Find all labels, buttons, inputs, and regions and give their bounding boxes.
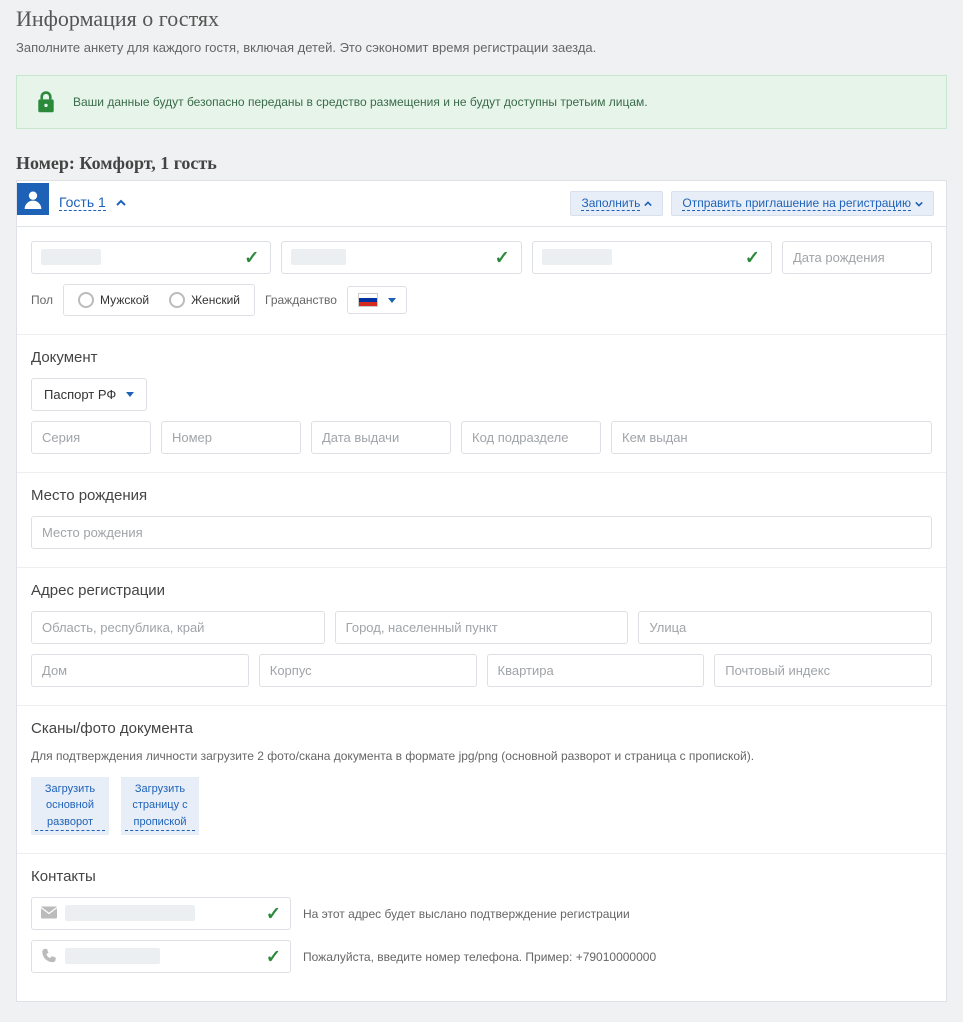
chevron-down-icon [915,200,923,208]
doc-number-input[interactable] [161,421,301,454]
chevron-up-icon [116,198,126,208]
invite-label: Отправить приглашение на регистрацию [682,196,911,211]
sex-male-radio[interactable]: Мужской [70,289,157,311]
chevron-up-icon [644,200,652,208]
caret-down-icon [126,392,134,397]
city-input[interactable] [335,611,629,644]
sex-female-label: Женский [191,293,240,307]
email-hint: На этот адрес будет выслано подтверждени… [303,907,630,921]
upload-main-label: Загрузить основной разворот [35,781,105,832]
birthplace-input[interactable] [31,516,932,549]
guest-card: Гость 1 Заполнить Отправить приглашение … [16,180,947,1002]
sex-female-radio[interactable]: Женский [161,289,248,311]
birthplace-section-title: Место рождения [31,487,932,504]
dob-input[interactable] [782,241,932,274]
sex-male-label: Мужской [100,293,149,307]
fill-label: Заполнить [581,196,640,211]
citizenship-label: Гражданство [265,293,337,307]
building-input[interactable] [259,654,477,687]
zip-input[interactable] [714,654,932,687]
address-section-title: Адрес регистрации [31,582,932,599]
phone-hint: Пожалуйста, введите номер телефона. Прим… [303,950,656,964]
doc-issued-by-input[interactable] [611,421,932,454]
alert-text: Ваши данные будут безопасно переданы в с… [73,95,648,109]
phone-icon [41,947,57,966]
street-input[interactable] [638,611,932,644]
upload-reg-button[interactable]: Загрузить страницу с пропиской [121,777,199,835]
doc-series-input[interactable] [31,421,151,454]
page-subtitle: Заполните анкету для каждого гостя, вклю… [16,40,947,55]
doc-dept-code-input[interactable] [461,421,601,454]
security-alert: Ваши данные будут безопасно переданы в с… [16,75,947,129]
fill-button[interactable]: Заполнить [570,191,663,216]
page-title: Информация о гостях [16,6,947,32]
document-section-title: Документ [31,349,932,366]
upload-main-button[interactable]: Загрузить основной разворот [31,777,109,835]
mail-icon [41,906,57,921]
house-input[interactable] [31,654,249,687]
scans-section-title: Сканы/фото документа [31,720,932,737]
region-input[interactable] [31,611,325,644]
upload-reg-label: Загрузить страницу с пропиской [125,781,195,832]
doc-issue-date-input[interactable] [311,421,451,454]
citizenship-select[interactable] [347,286,407,314]
sex-label: Пол [31,293,53,307]
contacts-section-title: Контакты [31,868,932,885]
sex-radio-group: Мужской Женский [63,284,255,316]
guest-toggle-link[interactable]: Гость 1 [59,194,106,211]
scans-hint: Для подтверждения личности загрузите 2 ф… [31,749,932,763]
avatar-icon [17,183,49,215]
caret-down-icon [388,298,396,303]
room-title: Номер: Комфорт, 1 гость [16,153,947,174]
invite-button[interactable]: Отправить приглашение на регистрацию [671,191,934,216]
apartment-input[interactable] [487,654,705,687]
lock-icon [35,90,57,114]
document-type-value: Паспорт РФ [44,387,116,402]
flag-ru-icon [358,293,378,307]
document-type-select[interactable]: Паспорт РФ [31,378,147,411]
